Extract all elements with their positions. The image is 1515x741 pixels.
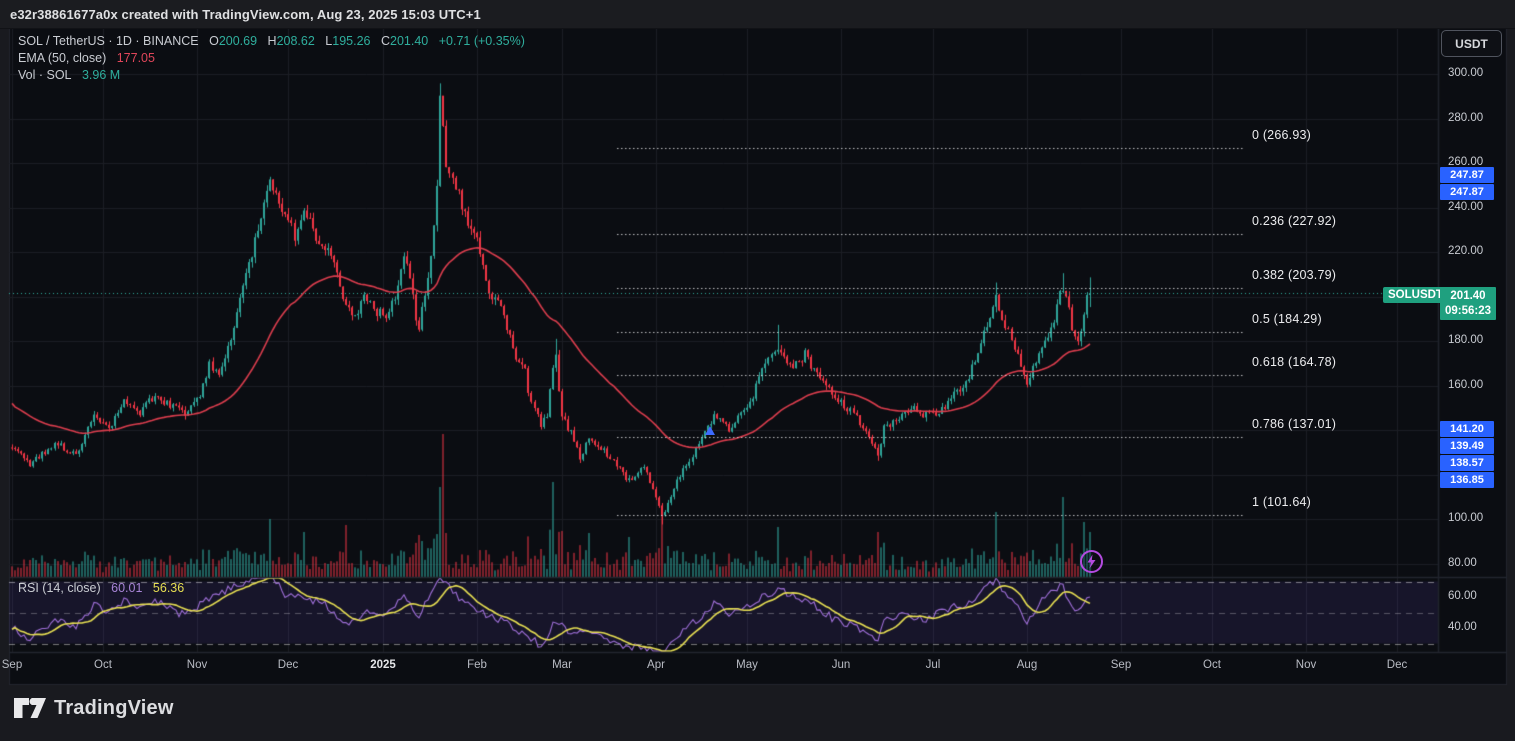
fib-level-label[interactable]: 0.618 (164.78) xyxy=(1252,355,1336,369)
low-value: 195.26 xyxy=(332,34,370,48)
time-axis-label: Apr xyxy=(628,659,684,671)
last-price-symbol-tag: SOLUSDT xyxy=(1383,287,1448,303)
time-axis-label: May xyxy=(719,659,775,671)
volume-label[interactable]: Vol · SOL xyxy=(18,68,72,82)
rsi-value: 60.01 xyxy=(111,581,142,595)
time-axis-label: Nov xyxy=(1278,659,1334,671)
tradingview-chart-page: e32r38861677a0x created with TradingView… xyxy=(0,0,1515,741)
time-axis-label: Jun xyxy=(813,659,869,671)
rsi-tick-label: 40.00 xyxy=(1448,621,1477,633)
alert-price-label[interactable]: 138.57 xyxy=(1440,455,1494,471)
fib-level-label[interactable]: 0.382 (203.79) xyxy=(1252,268,1336,282)
fib-level-label[interactable]: 0.786 (137.01) xyxy=(1252,417,1336,431)
close-label: C xyxy=(381,34,390,48)
rsi-ma-value: 56.36 xyxy=(153,581,184,595)
time-axis-label: Sep xyxy=(1093,659,1149,671)
lightning-icon[interactable] xyxy=(1079,549,1104,574)
time-axis-label: Oct xyxy=(75,659,131,671)
fib-level-label[interactable]: 0.236 (227.92) xyxy=(1252,214,1336,228)
rsi-legend[interactable]: RSI (14, close) 60.01 56.36 xyxy=(18,581,184,595)
rsi-tick-label: 60.00 xyxy=(1448,590,1477,602)
time-axis-label: 2025 xyxy=(355,659,411,671)
tradingview-logo-text: TradingView xyxy=(54,697,174,720)
time-axis-label: Dec xyxy=(1369,659,1425,671)
price-chart-canvas[interactable] xyxy=(0,0,1515,741)
watermark-bar: e32r38861677a0x created with TradingView… xyxy=(0,0,1515,29)
last-price-label: 201.40 09:56:23 xyxy=(1440,287,1496,320)
price-tick-label: 100.00 xyxy=(1448,512,1483,524)
last-price-value: 201.40 xyxy=(1450,289,1485,304)
change-value: +0.71 (+0.35%) xyxy=(439,34,525,48)
time-axis-label: Jul xyxy=(905,659,961,671)
alert-price-label[interactable]: 247.87 xyxy=(1440,167,1494,183)
arrow-up-marker[interactable] xyxy=(705,426,715,435)
fib-level-label[interactable]: 1 (101.64) xyxy=(1252,495,1311,509)
watermark-text: e32r38861677a0x created with TradingView… xyxy=(10,7,481,22)
rsi-label[interactable]: RSI (14, close) xyxy=(18,581,101,595)
high-label: H xyxy=(268,34,277,48)
ema-value: 177.05 xyxy=(117,51,155,65)
time-axis-label: Mar xyxy=(534,659,590,671)
high-value: 208.62 xyxy=(277,34,315,48)
price-tick-label: 80.00 xyxy=(1448,557,1477,569)
volume-row[interactable]: Vol · SOL 3.96 M xyxy=(18,67,525,84)
alert-price-label[interactable]: 139.49 xyxy=(1440,438,1494,454)
price-tick-label: 220.00 xyxy=(1448,245,1483,257)
ema-row[interactable]: EMA (50, close) 177.05 xyxy=(18,50,525,67)
time-axis-label: Nov xyxy=(169,659,225,671)
price-tick-label: 180.00 xyxy=(1448,334,1483,346)
bar-countdown: 09:56:23 xyxy=(1445,304,1491,319)
price-tick-label: 300.00 xyxy=(1448,67,1483,79)
ema-label[interactable]: EMA (50, close) xyxy=(18,51,106,65)
close-value: 201.40 xyxy=(390,34,428,48)
price-tick-label: 280.00 xyxy=(1448,112,1483,124)
fib-level-label[interactable]: 0 (266.93) xyxy=(1252,128,1311,142)
open-value: 200.69 xyxy=(219,34,257,48)
chart-legend: SOL / TetherUS · 1D · BINANCE O200.69 H2… xyxy=(18,33,525,84)
alert-price-label[interactable]: 136.85 xyxy=(1440,472,1494,488)
time-axis-label: Sep xyxy=(0,659,40,671)
currency-usdt-button[interactable]: USDT xyxy=(1441,30,1502,57)
price-tick-label: 160.00 xyxy=(1448,379,1483,391)
alert-price-label[interactable]: 247.87 xyxy=(1440,184,1494,200)
time-axis-label: Feb xyxy=(449,659,505,671)
open-label: O xyxy=(209,34,219,48)
symbol-row[interactable]: SOL / TetherUS · 1D · BINANCE O200.69 H2… xyxy=(18,33,525,50)
tradingview-logo[interactable]: TradingView xyxy=(13,696,174,720)
time-axis-label: Dec xyxy=(260,659,316,671)
tradingview-logo-icon xyxy=(13,696,47,720)
time-axis-label: Oct xyxy=(1184,659,1240,671)
fib-level-label[interactable]: 0.5 (184.29) xyxy=(1252,312,1322,326)
alert-price-label[interactable]: 141.20 xyxy=(1440,421,1494,437)
symbol-title[interactable]: SOL / TetherUS · 1D · BINANCE xyxy=(18,34,199,48)
time-axis-label: Aug xyxy=(999,659,1055,671)
price-tick-label: 240.00 xyxy=(1448,201,1483,213)
volume-value: 3.96 M xyxy=(82,68,120,82)
